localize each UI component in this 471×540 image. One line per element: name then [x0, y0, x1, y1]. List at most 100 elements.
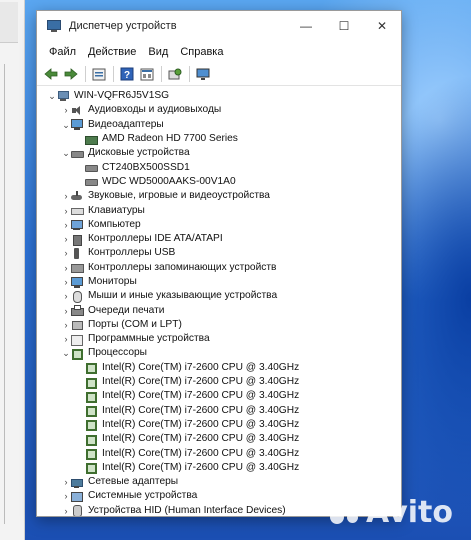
help-icon[interactable]: ? — [119, 66, 135, 82]
tree-category[interactable]: › Звуковые, игровые и видеоустройства — [37, 189, 401, 203]
menu-file[interactable]: Файл — [43, 43, 82, 61]
software-device-icon — [71, 334, 83, 346]
chevron-right-icon[interactable]: › — [61, 489, 71, 503]
tree-category[interactable]: › Очереди печати — [37, 303, 401, 317]
tree-device[interactable]: Intel(R) Core(TM) i7-2600 CPU @ 3.40GHz — [37, 361, 401, 375]
tree-category-label: Контроллеры IDE ATA/ATAPI — [88, 233, 223, 245]
chevron-right-icon[interactable]: › — [61, 103, 71, 117]
menu-action[interactable]: Действие — [82, 43, 142, 61]
tree-category[interactable]: › Аудиовходы и аудиовыходы — [37, 103, 401, 117]
tree-category[interactable]: ⌄ Видеоадаптеры — [37, 118, 401, 132]
processor-icon — [85, 391, 97, 403]
gamepad-icon — [71, 190, 83, 202]
tree-category-label: Мыши и иные указывающие устройства — [88, 290, 278, 302]
tree-category-label: Очереди печати — [88, 304, 165, 316]
tree-device-label: Intel(R) Core(TM) i7-2600 CPU @ 3.40GHz — [102, 447, 300, 459]
chevron-right-icon[interactable]: › — [61, 204, 71, 218]
menu-bar: Файл Действие Вид Справка — [37, 41, 401, 63]
chevron-right-icon[interactable]: › — [61, 475, 71, 489]
tree-category-label: Компьютер — [88, 218, 141, 230]
properties-icon[interactable] — [91, 66, 107, 82]
tree-device[interactable]: AMD Radeon HD 7700 Series — [37, 132, 401, 146]
tree-category[interactable]: › Мыши и иные указывающие устройства — [37, 289, 401, 303]
storage-controller-icon — [71, 262, 84, 274]
forward-arrow-icon[interactable] — [63, 66, 79, 82]
chevron-right-icon[interactable]: › — [61, 246, 71, 260]
chevron-right-icon[interactable]: › — [61, 504, 71, 516]
ide-controller-icon — [71, 234, 83, 246]
keyboard-icon — [71, 205, 84, 216]
tree-device[interactable]: Intel(R) Core(TM) i7-2600 CPU @ 3.40GHz — [37, 432, 401, 446]
tree-device[interactable]: CT240BX500SSD1 — [37, 160, 401, 174]
computer-icon — [57, 90, 69, 102]
disk-drive-icon — [85, 176, 98, 187]
chevron-right-icon[interactable]: › — [61, 232, 71, 246]
device-tree: ⌄ WIN-VQFR6J5V1SG › Аудиовходы и аудиовы… — [37, 87, 401, 516]
computer-icon — [71, 219, 83, 231]
tree-category[interactable]: ⌄ Дисковые устройства — [37, 146, 401, 160]
maximize-button[interactable]: ☐ — [325, 11, 363, 41]
device-manager-window: Диспетчер устройств — ☐ ✕ Файл Действие … — [36, 10, 402, 517]
scan-hardware-icon[interactable] — [167, 66, 183, 82]
chevron-right-icon[interactable]: › — [61, 189, 71, 203]
chevron-down-icon[interactable]: ⌄ — [61, 118, 71, 132]
tree-device[interactable]: Intel(R) Core(TM) i7-2600 CPU @ 3.40GHz — [37, 446, 401, 461]
tree-category[interactable]: ⌄ Процессоры — [37, 346, 401, 360]
tree-device-label: Intel(R) Core(TM) i7-2600 CPU @ 3.40GHz — [102, 390, 300, 402]
tree-category[interactable]: › Порты (COM и LPT) — [37, 318, 401, 332]
tree-device-label: AMD Radeon HD 7700 Series — [102, 133, 238, 145]
chevron-down-icon[interactable]: ⌄ — [47, 89, 57, 103]
tree-root[interactable]: ⌄ WIN-VQFR6J5V1SG — [37, 89, 401, 103]
tree-category-label: Процессоры — [88, 347, 147, 359]
monitor-icon[interactable] — [195, 66, 211, 82]
chevron-right-icon[interactable]: › — [61, 332, 71, 346]
printer-icon — [71, 305, 84, 317]
title-bar[interactable]: Диспетчер устройств — ☐ ✕ — [37, 11, 401, 41]
toolbar-separator — [85, 66, 86, 82]
tree-root-label: WIN-VQFR6J5V1SG — [74, 90, 170, 102]
view-icon[interactable] — [139, 66, 155, 82]
tree-category[interactable]: › Программные устройства — [37, 332, 401, 346]
tree-category-label: Программные устройства — [88, 333, 210, 345]
chevron-right-icon[interactable]: › — [61, 275, 71, 289]
monitor-icon — [71, 276, 83, 288]
tree-category[interactable]: › Мониторы — [37, 275, 401, 289]
chevron-right-icon[interactable]: › — [61, 318, 71, 332]
tree-device[interactable]: Intel(R) Core(TM) i7-2600 CPU @ 3.40GHz — [37, 461, 401, 475]
chevron-right-icon[interactable]: › — [61, 289, 71, 303]
network-adapter-icon — [71, 477, 83, 488]
chevron-down-icon[interactable]: ⌄ — [61, 146, 71, 160]
tree-category[interactable]: › Контроллеры запоминающих устройств — [37, 261, 401, 275]
processor-icon — [85, 462, 97, 475]
processor-icon — [71, 348, 83, 360]
background-window[interactable] — [0, 0, 25, 540]
tree-device[interactable]: WDC WD5000AAKS-00V1A0 — [37, 175, 401, 189]
tree-category[interactable]: › Контроллеры IDE ATA/ATAPI — [37, 232, 401, 246]
tree-category[interactable]: › Сетевые адаптеры — [37, 475, 401, 489]
tree-device[interactable]: Intel(R) Core(TM) i7-2600 CPU @ 3.40GHz — [37, 404, 401, 418]
back-arrow-icon[interactable] — [43, 66, 59, 82]
usb-icon — [71, 247, 83, 259]
tree-category-label: Контроллеры USB — [88, 247, 176, 259]
tree-category[interactable]: › Контроллеры USB — [37, 246, 401, 260]
hid-icon — [71, 505, 83, 516]
tree-category[interactable]: › Клавиатуры — [37, 203, 401, 217]
chevron-down-icon[interactable]: ⌄ — [61, 346, 71, 360]
toolbar: ? — [37, 63, 401, 86]
port-icon — [71, 319, 83, 331]
chevron-right-icon[interactable]: › — [61, 218, 71, 232]
tree-device[interactable]: Intel(R) Core(TM) i7-2600 CPU @ 3.40GHz — [37, 389, 401, 403]
menu-help[interactable]: Справка — [174, 43, 229, 61]
chevron-right-icon[interactable]: › — [61, 304, 71, 318]
minimize-button[interactable]: — — [287, 11, 325, 41]
chevron-right-icon[interactable]: › — [61, 261, 71, 275]
device-manager-icon — [47, 20, 61, 32]
tree-device[interactable]: Intel(R) Core(TM) i7-2600 CPU @ 3.40GHz — [37, 418, 401, 432]
tree-category-label: Сетевые адаптеры — [88, 476, 179, 488]
tree-category[interactable]: › Компьютер — [37, 218, 401, 232]
tree-device[interactable]: Intel(R) Core(TM) i7-2600 CPU @ 3.40GHz — [37, 375, 401, 389]
tree-device-label: Intel(R) Core(TM) i7-2600 CPU @ 3.40GHz — [102, 376, 300, 388]
menu-view[interactable]: Вид — [142, 43, 174, 61]
close-button[interactable]: ✕ — [363, 11, 401, 41]
tree-category-label: Звуковые, игровые и видеоустройства — [88, 190, 270, 202]
